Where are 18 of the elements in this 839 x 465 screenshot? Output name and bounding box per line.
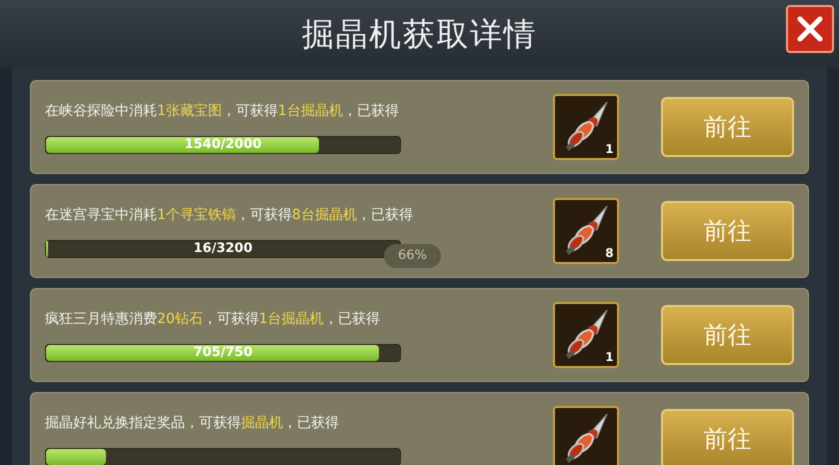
task-description: 疯狂三月特惠消费20钻石，可获得1台掘晶机，已获得 xyxy=(45,310,381,328)
progress-text: 16/3200 xyxy=(193,240,253,258)
close-icon xyxy=(797,16,823,42)
go-button[interactable]: 前往 xyxy=(660,201,794,261)
progress-text: 1540/2000 xyxy=(184,136,262,154)
window-title: 掘晶机获取详情 xyxy=(302,14,538,55)
task-description: 在迷宫寻宝中消耗1个寻宝铁镐，可获得8台掘晶机，已获得 xyxy=(45,206,414,224)
percent-badge: 66% xyxy=(384,244,441,268)
go-button[interactable]: 前往 xyxy=(660,305,794,365)
close-button[interactable] xyxy=(786,5,834,53)
reward-count: 1 xyxy=(605,349,614,366)
progress-text: 705/750 xyxy=(193,344,253,362)
reward-count: 1 xyxy=(605,141,614,158)
reward-count: 8 xyxy=(605,245,614,262)
task-description: 在峡谷探险中消耗1张藏宝图，可获得1台掘晶机，已获得 xyxy=(45,102,400,120)
go-button[interactable]: 前往 xyxy=(660,97,794,157)
go-button[interactable]: 前往 xyxy=(660,409,794,465)
task-description: 掘晶好礼兑换指定奖品，可获得掘晶机，已获得 xyxy=(45,414,340,432)
